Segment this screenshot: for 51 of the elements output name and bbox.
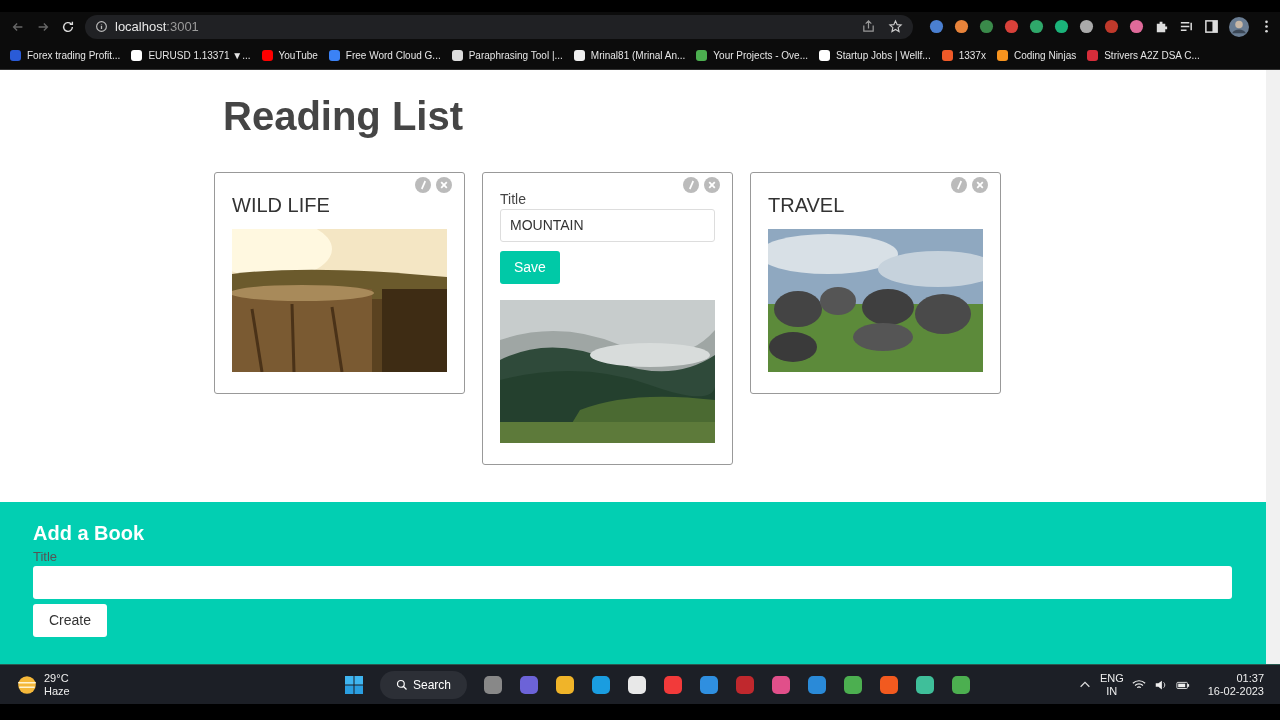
app-icon[interactable] bbox=[591, 674, 612, 695]
bookmark[interactable]: Forex trading Profit... bbox=[10, 49, 121, 61]
side-panel-icon[interactable] bbox=[1204, 19, 1219, 35]
bookmark[interactable]: Mrinal81 (Mrinal An... bbox=[573, 49, 686, 61]
app-icon[interactable] bbox=[843, 674, 864, 695]
book-title: WILD LIFE bbox=[232, 193, 331, 217]
bookmark[interactable]: Strivers A2Z DSA C... bbox=[1087, 49, 1200, 61]
title-input[interactable]: MOUNTAIN bbox=[500, 208, 715, 242]
bookmark[interactable]: 1337x bbox=[941, 49, 986, 61]
windows-icon[interactable] bbox=[344, 674, 364, 695]
address-bar[interactable]: localhost:3001 bbox=[85, 14, 913, 39]
app-icon[interactable] bbox=[555, 674, 576, 695]
form-heading: Add a Book bbox=[33, 521, 145, 545]
info-icon[interactable] bbox=[95, 20, 108, 34]
title-input[interactable] bbox=[33, 565, 1232, 599]
star-icon[interactable] bbox=[888, 19, 903, 35]
bookmark[interactable]: Startup Jobs | Wellf... bbox=[819, 49, 931, 61]
bookmark[interactable]: Coding Ninjas bbox=[996, 49, 1077, 61]
field-label: Title bbox=[500, 190, 527, 207]
extension-icon[interactable] bbox=[929, 19, 944, 35]
weather-icon[interactable] bbox=[16, 673, 38, 696]
search-button[interactable]: Search bbox=[380, 670, 468, 699]
clock[interactable]: 01:37 16-02-2023 bbox=[1207, 671, 1264, 698]
bookmark[interactable]: Your Projects - Ove... bbox=[696, 49, 808, 61]
extension-icon[interactable] bbox=[1079, 19, 1094, 35]
avatar-icon[interactable] bbox=[1229, 16, 1249, 37]
bookmark[interactable]: Paraphrasing Tool |... bbox=[451, 49, 563, 61]
extension-icon[interactable] bbox=[1129, 19, 1144, 35]
extension-icon[interactable] bbox=[1004, 19, 1019, 35]
book-title: TRAVEL bbox=[768, 193, 846, 217]
weather-condition: Haze bbox=[44, 684, 70, 698]
app-icon[interactable] bbox=[627, 674, 648, 695]
extension-icon[interactable] bbox=[954, 19, 969, 35]
extension-icon[interactable] bbox=[1104, 19, 1119, 35]
bookmark[interactable]: Free Word Cloud G... bbox=[328, 49, 441, 61]
extension-icon[interactable] bbox=[979, 19, 994, 35]
share-icon[interactable] bbox=[861, 19, 876, 35]
create-button[interactable]: Create bbox=[33, 603, 108, 637]
extension-icon[interactable] bbox=[1029, 19, 1044, 35]
temperature: 29°C bbox=[44, 671, 70, 685]
puzzle-icon[interactable] bbox=[1154, 19, 1169, 35]
app-icon[interactable] bbox=[915, 674, 936, 695]
language-indicator[interactable]: ENG IN bbox=[1099, 671, 1124, 698]
bookmark[interactable]: YouTube bbox=[261, 49, 318, 61]
extension-icon[interactable] bbox=[1054, 19, 1069, 35]
search-icon bbox=[396, 678, 408, 691]
scrollbar[interactable] bbox=[1266, 69, 1280, 664]
field-label: Title bbox=[33, 548, 58, 564]
app-icon[interactable] bbox=[951, 674, 972, 695]
page-heading: Reading List bbox=[223, 93, 465, 140]
bookmark[interactable]: EURUSD 1.13371 ▼... bbox=[131, 49, 251, 61]
